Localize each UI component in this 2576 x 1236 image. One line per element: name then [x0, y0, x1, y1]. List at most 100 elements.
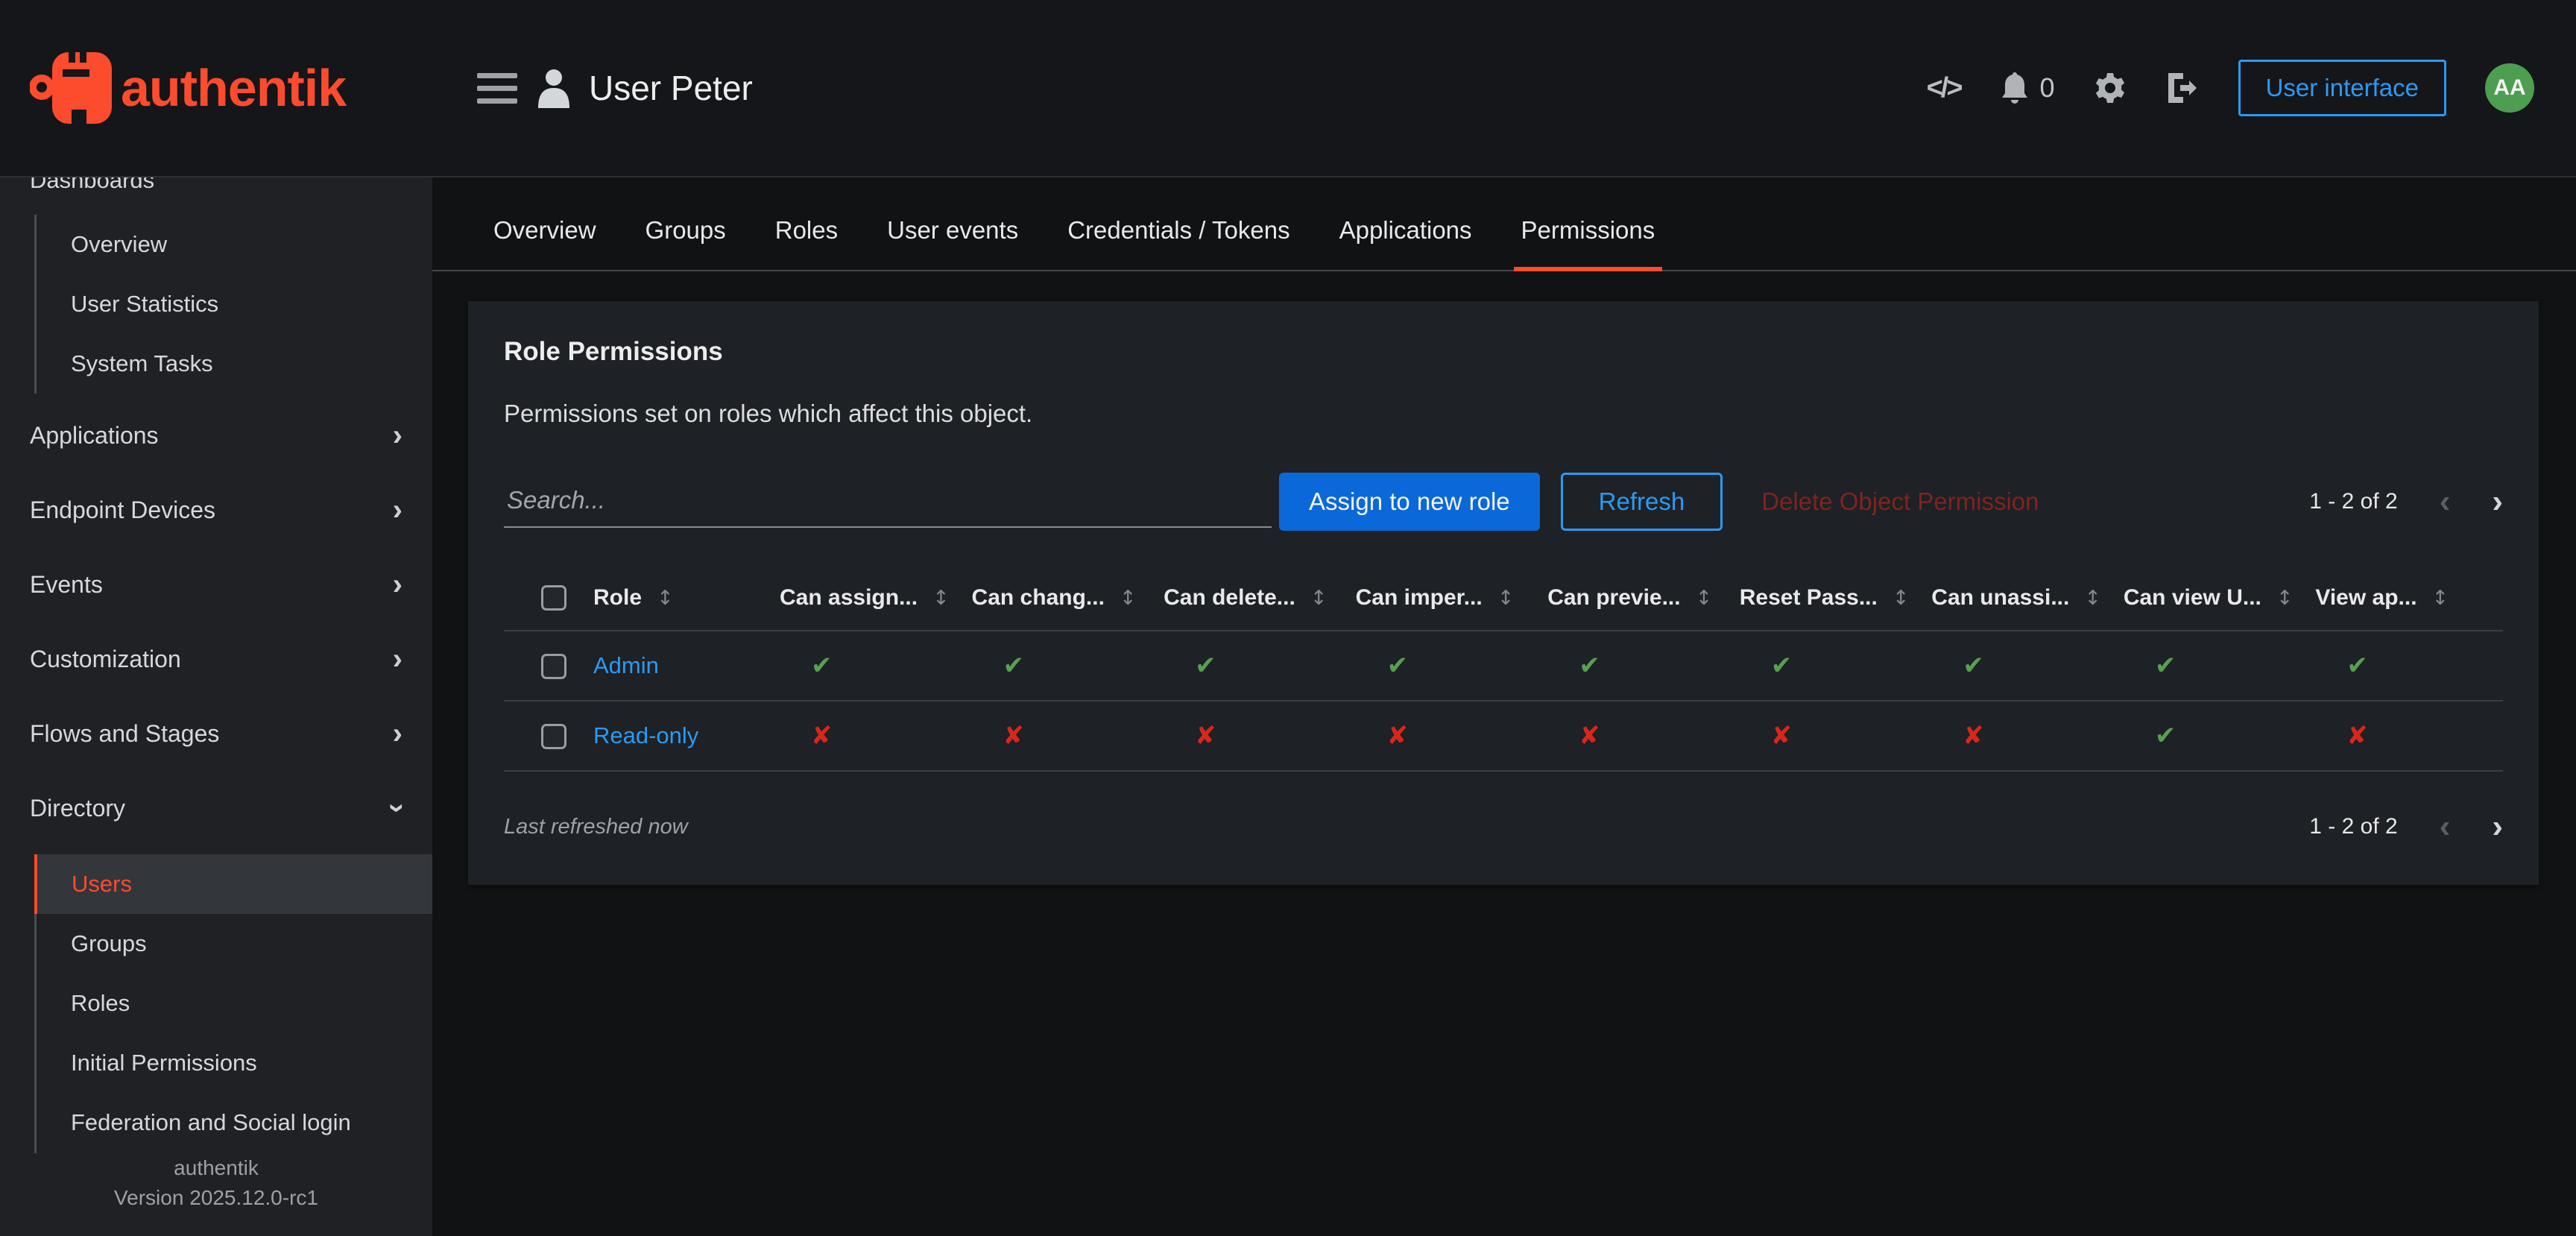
page-title: User Peter — [535, 68, 753, 108]
chevron-right-icon[interactable]: › — [2492, 485, 2503, 518]
sort-icon[interactable]: ↕ — [657, 587, 674, 610]
authentik-key-logo-icon — [30, 50, 113, 126]
column-header-label: Can imper... — [1356, 585, 1483, 610]
person-icon — [535, 68, 572, 108]
sort-icon[interactable]: ↕ — [932, 587, 950, 610]
authentik-admin-app: authentik User Peter </> — [0, 0, 2576, 1236]
check-icon: ✔ — [2155, 651, 2176, 681]
sidebar-item-system-tasks[interactable]: System Tasks — [34, 334, 432, 394]
column-header-can-assign[interactable]: Can assign...↕ — [775, 567, 967, 631]
refresh-button[interactable]: Refresh — [1561, 473, 1723, 531]
permission-cell: ✘ — [1351, 701, 1544, 771]
role-link-admin[interactable]: Admin — [593, 652, 659, 678]
notifications-control[interactable]: 0 — [2000, 71, 2055, 105]
column-header-view-ap[interactable]: View ap... ↕ — [2311, 567, 2503, 631]
chevron-left-icon[interactable]: ‹ — [2440, 485, 2451, 518]
permission-cell: ✘ — [1927, 701, 2119, 771]
column-header-can-delete[interactable]: Can delete...↕ — [1159, 567, 1351, 631]
assign-to-new-role-button[interactable]: Assign to new role — [1279, 473, 1540, 531]
tab-groups[interactable]: Groups — [638, 195, 733, 271]
role-permissions-table: Role↕Can assign...↕Can chang...↕Can dele… — [504, 567, 2503, 772]
column-header-can-imper[interactable]: Can imper... ↕ — [1351, 567, 1544, 631]
sidebar-item-roles[interactable]: Roles — [34, 974, 432, 1033]
gear-icon[interactable] — [2094, 72, 2127, 104]
select-all-checkbox[interactable] — [541, 585, 566, 611]
sidebar-item-overview[interactable]: Overview — [34, 215, 432, 274]
x-icon: ✘ — [1195, 721, 1216, 751]
tab-permissions[interactable]: Permissions — [1514, 195, 1663, 271]
permission-cell: ✔ — [967, 631, 1160, 701]
permission-cell: ✔ — [2119, 631, 2311, 701]
sort-icon[interactable]: ↕ — [2432, 587, 2449, 610]
column-header-can-view-u[interactable]: Can view U... ↕ — [2119, 567, 2311, 631]
chevron-right-icon[interactable]: › — [2492, 810, 2503, 843]
row-checkbox[interactable] — [541, 654, 566, 679]
sidebar-item-label: Customization — [30, 646, 181, 673]
user-interface-button[interactable]: User interface — [2238, 60, 2446, 116]
permission-cell: ✔ — [775, 631, 967, 701]
tab-user-events[interactable]: User events — [880, 195, 1026, 271]
tab-roles[interactable]: Roles — [768, 195, 845, 271]
permission-cell: ✘ — [1159, 701, 1351, 771]
row-checkbox[interactable] — [541, 724, 566, 749]
avatar[interactable]: AA — [2485, 63, 2534, 113]
role-link-read-only[interactable]: Read-only — [593, 722, 698, 748]
search-input[interactable] — [504, 476, 1272, 528]
column-header-reset-pass[interactable]: Reset Pass... ↕ — [1735, 567, 1928, 631]
sort-icon[interactable]: ↕ — [2276, 587, 2294, 610]
tab-bar: Overview Groups Roles User events Credential… — [432, 195, 2576, 271]
sort-icon[interactable]: ↕ — [1120, 587, 1137, 610]
sidebar-item-applications[interactable]: Applications› — [0, 401, 432, 470]
column-header-role[interactable]: Role ↕ — [589, 567, 775, 631]
api-code-icon[interactable]: </> — [1927, 72, 1961, 104]
column-header-label: View ap... — [2315, 585, 2416, 610]
row-select-cell — [504, 631, 589, 701]
sort-icon[interactable]: ↕ — [2084, 587, 2101, 610]
sidebar-item-user-statistics[interactable]: User Statistics — [34, 274, 432, 334]
column-header-can-unassi[interactable]: Can unassi... ↕ — [1927, 567, 2119, 631]
x-icon: ✘ — [1387, 721, 1409, 751]
sidebar-item-users[interactable]: Users — [34, 854, 432, 914]
chevron-right-icon: › — [393, 719, 402, 748]
tab-applications[interactable]: Applications — [1332, 195, 1480, 271]
tab-overview[interactable]: Overview — [486, 195, 604, 271]
brand-logo[interactable]: authentik — [0, 0, 432, 176]
check-icon: ✔ — [1195, 651, 1216, 681]
directory-sub-list: UsersGroupsRolesInitial PermissionsFeder… — [34, 854, 432, 1153]
sidebar-item-initial-permissions[interactable]: Initial Permissions — [34, 1033, 432, 1093]
sort-icon[interactable]: ↕ — [1310, 587, 1328, 610]
column-header-label: Role — [593, 585, 642, 610]
main-area: Overview Groups Roles User events Credential… — [432, 177, 2576, 1236]
sidebar-toggle-hamburger-icon[interactable] — [477, 73, 517, 104]
permission-cell: ✔ — [2311, 631, 2503, 701]
sidebar-item-label: Endpoint Devices — [30, 496, 215, 524]
sidebar-item-directory[interactable]: Directory › — [0, 774, 432, 842]
column-header-can-previe[interactable]: Can previe...↕ — [1543, 567, 1735, 631]
column-header-label: Can view U... — [2124, 585, 2261, 610]
sort-icon[interactable]: ↕ — [1892, 587, 1910, 610]
check-icon: ✔ — [1387, 651, 1409, 681]
sign-out-icon[interactable] — [2165, 72, 2200, 104]
pagination-bottom: 1 - 2 of 2 ‹ › — [2309, 810, 2503, 843]
sidebar-item-customization[interactable]: Customization› — [0, 625, 432, 693]
chevron-left-icon[interactable]: ‹ — [2440, 810, 2451, 843]
sort-icon[interactable]: ↕ — [1497, 587, 1515, 610]
sidebar-item-events[interactable]: Events› — [0, 550, 432, 619]
header-actions: </> 0 — [1927, 60, 2534, 116]
column-header-label: Reset Pass... — [1740, 585, 1878, 610]
sidebar-item-federation-and-social-login[interactable]: Federation and Social login — [34, 1093, 432, 1153]
sidebar-item-groups[interactable]: Groups — [34, 914, 432, 974]
tab-credentials-tokens[interactable]: Credentials / Tokens — [1060, 195, 1297, 271]
column-header-can-chang[interactable]: Can chang...↕ — [967, 567, 1160, 631]
content-area: Role Permissions Permissions set on role… — [432, 271, 2576, 1236]
sidebar-item-endpoint-devices[interactable]: Endpoint Devices› — [0, 476, 432, 544]
notification-count: 0 — [2040, 72, 2055, 104]
sort-icon[interactable]: ↕ — [1696, 587, 1713, 610]
check-icon: ✔ — [2346, 651, 2368, 681]
sidebar-item-flows-and-stages[interactable]: Flows and Stages› — [0, 699, 432, 768]
page-header: User Peter </> 0 — [432, 0, 2576, 176]
column-header-label: Can unassi... — [1931, 585, 2069, 610]
x-icon: ✘ — [1579, 721, 1600, 751]
sidebar-item-dashboards-clipped[interactable]: Dashboards — [0, 177, 432, 195]
permission-cell: ✔ — [1351, 631, 1544, 701]
